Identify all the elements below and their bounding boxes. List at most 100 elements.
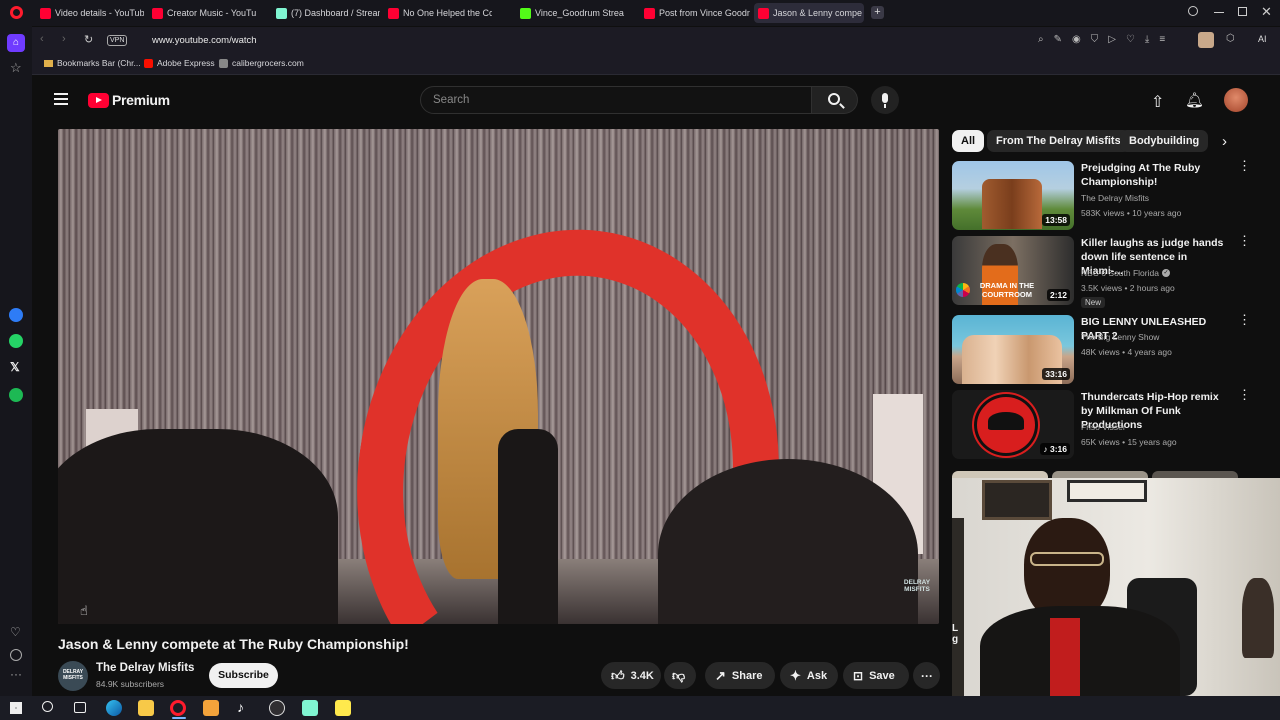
download-icon[interactable]: ⤓ <box>1145 34 1149 45</box>
browser-tab[interactable]: Post from Vince Goodrum <box>640 3 750 23</box>
youtube-logo[interactable]: Premium <box>88 92 170 108</box>
close-window-button[interactable]: ✕ <box>1261 4 1272 20</box>
star-icon[interactable]: ☆ <box>10 60 22 76</box>
heart-icon[interactable]: ♡ <box>10 625 21 639</box>
more-actions-button[interactable]: ··· <box>913 662 940 689</box>
browser-tab[interactable]: No One Helped the Cop? <box>384 3 492 23</box>
recommendation-channel[interactable]: The Big Lenny Show <box>1081 332 1159 342</box>
windows-start-icon[interactable] <box>10 702 22 714</box>
recommendation-meta: 583K views • 10 years ago <box>1081 208 1182 218</box>
sticky-notes-icon[interactable] <box>335 700 351 716</box>
chip-from-channel[interactable]: From The Delray Misfits <box>987 130 1130 152</box>
folder-icon <box>44 59 53 67</box>
chips-next-chevron-icon[interactable]: › <box>1222 133 1227 150</box>
browser-tab-active[interactable]: Jason & Lenny compe <box>754 3 864 23</box>
opera-icon[interactable] <box>10 6 23 19</box>
streamlabs-taskbar-icon[interactable] <box>302 700 318 716</box>
ask-button[interactable]: ✦ Ask <box>780 662 838 689</box>
minimize-button[interactable] <box>1214 12 1224 13</box>
obs-icon[interactable] <box>269 700 285 716</box>
framed-certificate <box>982 480 1052 520</box>
new-tab-button[interactable]: + <box>871 6 884 19</box>
music-note-icon: ♪ <box>1043 444 1050 454</box>
search-icon[interactable] <box>42 701 53 712</box>
browser-tab[interactable]: Video details - YouTube St <box>36 3 144 23</box>
ai-button[interactable]: AI <box>1258 34 1267 44</box>
verified-icon: ✓ <box>1161 269 1170 277</box>
share-button[interactable]: ↗ Share <box>705 662 775 689</box>
webcam-overlay <box>952 478 1280 696</box>
recommendation-thumbnail[interactable]: 33:16 <box>952 315 1074 384</box>
zoom-icon[interactable]: ⌕ <box>1038 34 1044 45</box>
save-button[interactable]: ⊡ Save <box>843 662 909 689</box>
messenger-icon[interactable] <box>9 308 23 322</box>
dislike-button[interactable]: 👎︎ <box>664 662 696 689</box>
play-icon[interactable]: ▷ <box>1108 34 1116 45</box>
whatsapp-icon[interactable] <box>9 334 23 348</box>
recommendation-menu-icon[interactable]: ⋮ <box>1238 388 1251 401</box>
hamburger-menu-icon[interactable] <box>54 93 68 105</box>
heart-outline-icon[interactable]: ♡ <box>1126 34 1135 45</box>
search-tabs-icon[interactable] <box>1188 6 1198 16</box>
url-field[interactable]: www.youtube.com/watch <box>152 35 257 46</box>
bodybuilder-figurine <box>1242 578 1274 658</box>
task-view-icon[interactable] <box>74 702 86 713</box>
search-icon <box>828 93 840 105</box>
camera-icon[interactable]: ◉ <box>1072 34 1081 45</box>
recommendation-menu-icon[interactable]: ⋮ <box>1238 234 1251 247</box>
back-icon[interactable]: ‹ <box>40 33 44 45</box>
recommendation-thumbnail[interactable]: 13:58 <box>952 161 1074 230</box>
toolbar-icons: ⌕ ✎ ◉ ⛉ ▷ ♡ ⤓ ≡ <box>1038 34 1165 45</box>
recommendation-channel[interactable]: NBC 6 South Florida ✓ <box>1081 268 1170 278</box>
tiktok-icon[interactable]: ♪ <box>237 699 244 715</box>
browser-tab[interactable]: Vince_Goodrum Stream - <box>516 3 624 23</box>
recommendation-menu-icon[interactable]: ⋮ <box>1238 159 1251 172</box>
vpn-badge[interactable]: VPN <box>107 35 128 46</box>
x-icon[interactable]: 𝕏 <box>10 360 20 374</box>
recommendation-channel[interactable]: The Delray Misfits <box>1081 193 1149 203</box>
camera-tripod <box>498 429 558 624</box>
microsoft-store-icon[interactable] <box>203 700 219 716</box>
channel-name[interactable]: The Delray Misfits <box>96 662 194 674</box>
voice-search-button[interactable] <box>871 86 899 114</box>
search-button[interactable] <box>812 86 858 114</box>
browser-tab[interactable]: (7) Dashboard / Streamlab <box>272 3 380 23</box>
like-button[interactable]: 👍︎ 3.4K <box>601 662 661 689</box>
edit-icon[interactable]: ✎ <box>1054 34 1062 45</box>
recommendation-menu-icon[interactable]: ⋮ <box>1238 313 1251 326</box>
extensions-icon[interactable]: ⬡ <box>1226 33 1235 44</box>
recommendation-channel[interactable]: Friso Visser <box>1081 422 1126 432</box>
video-player[interactable]: DELRAY MISFITS <box>58 129 939 624</box>
bookmark-calibergrocers[interactable]: calibergrocers.com <box>219 58 304 68</box>
forward-icon[interactable]: › <box>62 33 66 45</box>
chip-all[interactable]: All <box>952 130 985 152</box>
opera-taskbar-icon[interactable] <box>170 700 186 716</box>
share-icon: ↗ <box>715 667 726 683</box>
subscribe-button[interactable]: Subscribe <box>209 663 278 688</box>
file-explorer-icon[interactable] <box>138 700 154 716</box>
search-box[interactable]: Search <box>420 86 812 114</box>
menu-icon[interactable]: ≡ <box>1159 34 1165 45</box>
edge-icon[interactable] <box>106 700 122 716</box>
chip-bodybuilding[interactable]: Bodybuilding <box>1120 130 1209 152</box>
upload-icon[interactable]: ⇧ <box>1151 92 1164 112</box>
premium-wordmark: Premium <box>112 92 170 108</box>
recommendation-thumbnail[interactable]: ♪ 3:16 <box>952 390 1074 459</box>
home-icon[interactable]: ⌂ <box>7 34 25 52</box>
spotify-icon[interactable] <box>9 388 23 402</box>
bookmark-folder[interactable]: Bookmarks Bar (Chr... <box>44 58 141 68</box>
channel-avatar[interactable]: DELRAY MISFITS <box>58 661 88 691</box>
maximize-button[interactable] <box>1238 7 1247 16</box>
reload-icon[interactable]: ↻ <box>84 33 93 46</box>
more-icon[interactable]: ··· <box>10 667 22 681</box>
shield-icon[interactable]: ⛉ <box>1091 34 1099 45</box>
account-avatar[interactable] <box>1224 88 1248 112</box>
notifications-bell-icon[interactable]: 🔔︎ <box>1185 91 1204 109</box>
browser-tab[interactable]: Creator Music - YouTube <box>148 3 256 23</box>
profile-avatar[interactable] <box>1198 32 1214 48</box>
search-input[interactable]: Search <box>433 94 469 106</box>
history-icon[interactable] <box>10 649 22 661</box>
recommendation-title[interactable]: Prejudging At The Ruby Championship! <box>1081 161 1231 189</box>
recommendation-thumbnail[interactable]: DRAMA IN THE COURTROOM 2:12 <box>952 236 1074 305</box>
bookmark-adobe-express[interactable]: Adobe Express <box>144 58 215 68</box>
